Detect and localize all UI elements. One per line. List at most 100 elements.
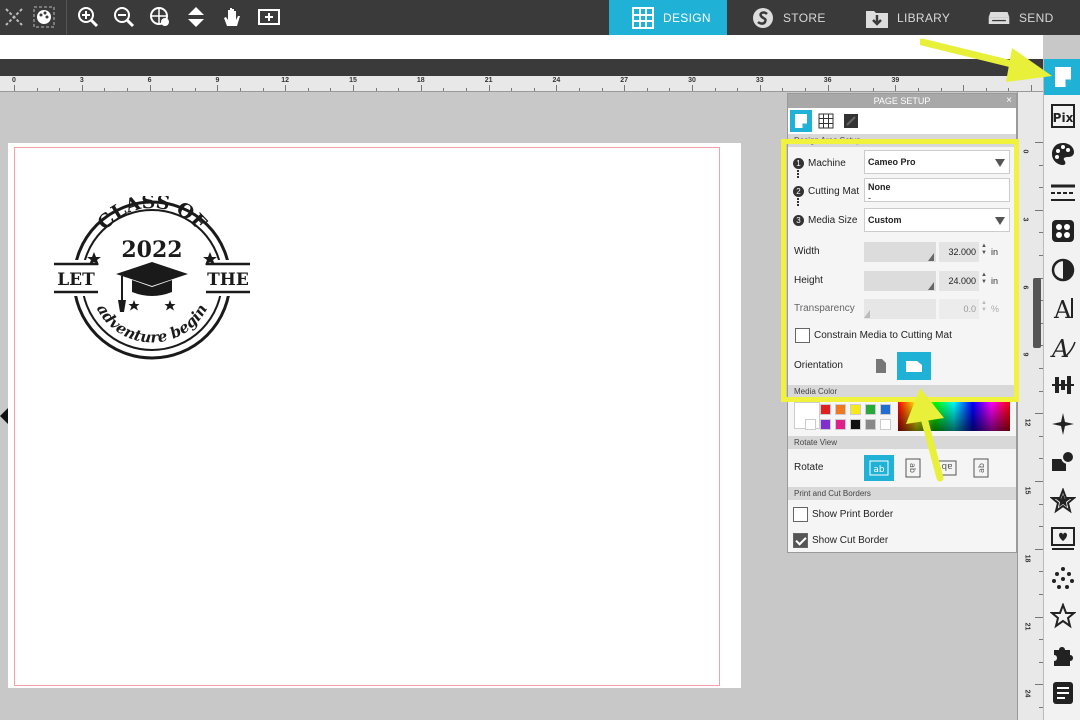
color-swatch[interactable] xyxy=(835,419,846,430)
color-swatch[interactable] xyxy=(820,419,831,430)
star-shape-icon[interactable] xyxy=(1044,598,1080,634)
tab-design[interactable]: DESIGN xyxy=(609,0,727,35)
modify-icon[interactable] xyxy=(1044,444,1080,480)
ruler-label: 9 xyxy=(1021,352,1029,357)
ruler-tick xyxy=(398,88,400,91)
panel-title-bar: PAGE SETUP × xyxy=(788,94,1016,108)
ruler-tick xyxy=(985,88,987,91)
ruler-tick xyxy=(127,88,128,91)
ruler-tick xyxy=(488,85,490,91)
section-rotate-view: Rotate View xyxy=(788,436,1016,449)
color-swatch[interactable] xyxy=(850,404,861,415)
tab-store-label: STORE xyxy=(783,10,826,25)
ruler-tick xyxy=(443,88,445,91)
ruler-label: 6 xyxy=(1021,285,1029,290)
ruler-tick xyxy=(714,88,716,91)
ruler-tick xyxy=(307,88,309,91)
design-grid-icon xyxy=(631,6,655,29)
palette-icon[interactable] xyxy=(30,3,58,31)
tab-page-setup[interactable] xyxy=(790,110,812,132)
line-style-icon[interactable] xyxy=(1044,175,1080,211)
section-borders: Print and Cut Borders xyxy=(788,487,1016,500)
ruler-tick xyxy=(1035,684,1043,686)
ruler-label: 30 xyxy=(688,77,696,84)
color-swatch[interactable] xyxy=(805,419,816,430)
color-swatch[interactable] xyxy=(850,419,861,430)
color-swatch[interactable] xyxy=(865,419,876,430)
show-print-border-checkbox[interactable] xyxy=(793,507,808,522)
emblem-right-word: THE xyxy=(207,270,249,290)
ruler-label: 27 xyxy=(620,77,629,84)
zoom-in-icon[interactable] xyxy=(74,3,102,31)
library-download-icon xyxy=(865,7,889,29)
image-effects-icon[interactable] xyxy=(1044,213,1080,249)
pixscan-icon[interactable]: Pix xyxy=(1044,98,1080,134)
fit-to-page-icon[interactable] xyxy=(255,3,283,31)
zoom-select-icon[interactable] xyxy=(146,3,174,31)
tab-send[interactable]: SEND xyxy=(963,0,1080,35)
ruler-tick xyxy=(330,88,332,91)
ruler-tick xyxy=(1008,88,1010,91)
ruler-label: 15 xyxy=(349,77,357,84)
color-swatch[interactable] xyxy=(865,404,876,415)
ruler-tick xyxy=(782,88,784,91)
panel-tabs xyxy=(788,108,1016,134)
show-cut-border-checkbox[interactable] xyxy=(793,533,808,548)
replicate-icon[interactable] xyxy=(1044,406,1080,442)
close-icon[interactable] xyxy=(0,3,28,31)
ruler-tick xyxy=(669,88,671,91)
app-window: DESIGN STORE LIBRARY SEND 0 3 6 9 12 15 18 21 24… xyxy=(0,0,1080,720)
tab-background[interactable] xyxy=(840,110,862,132)
color-swatch[interactable] xyxy=(835,404,846,415)
tab-store[interactable]: STORE xyxy=(727,0,845,35)
toolbar-divider xyxy=(66,0,67,35)
color-swatch[interactable] xyxy=(880,419,891,430)
ruler-label: 21 xyxy=(484,77,493,84)
emblem-script-text: adventure begin xyxy=(93,301,211,347)
emblem-left-word: LET xyxy=(57,270,95,290)
tab-grid[interactable] xyxy=(815,110,837,132)
image-effects-2-icon[interactable] xyxy=(1044,560,1080,596)
panel-close-icon[interactable]: × xyxy=(1006,94,1012,108)
vertical-scrollbar[interactable] xyxy=(1033,278,1041,348)
ruler-tick xyxy=(353,85,354,91)
rotate-0-icon: ab xyxy=(869,460,889,476)
puzzle-icon[interactable] xyxy=(1044,637,1080,673)
color-swatch[interactable] xyxy=(820,404,831,415)
graduation-emblem[interactable]: CLASS OF 2022 LET THE adventure begin xyxy=(52,196,252,361)
align-icon[interactable] xyxy=(1044,367,1080,403)
ruler-tick xyxy=(940,88,942,91)
move-down-icon[interactable] xyxy=(182,3,210,31)
offset-icon[interactable] xyxy=(1044,483,1080,519)
rotate-270-button[interactable]: ab xyxy=(966,455,996,481)
page-left-arrow-icon[interactable] xyxy=(0,408,10,424)
ruler-tick xyxy=(104,88,106,91)
fill-color-icon[interactable] xyxy=(1044,136,1080,172)
ruler-label: 12 xyxy=(1023,418,1031,427)
rotate-0-button[interactable]: ab xyxy=(864,455,894,481)
library-text-icon[interactable] xyxy=(1044,675,1080,711)
text-style-icon[interactable]: A xyxy=(1044,290,1080,326)
ruler-tick xyxy=(646,88,648,91)
ruler-tick xyxy=(850,88,852,91)
sketch-text-icon[interactable]: A xyxy=(1044,329,1080,365)
ruler-tick xyxy=(375,88,377,91)
ruler-label: 0 xyxy=(1021,149,1029,154)
fill-contrast-icon[interactable] xyxy=(1044,252,1080,288)
annotation-arrow-icon xyxy=(906,388,944,482)
vertical-ruler: 0 3 6 9 12 15 18 21 24 xyxy=(1017,92,1043,720)
zoom-out-icon[interactable] xyxy=(110,3,138,31)
ruler-tick xyxy=(918,88,919,91)
ruler-tick xyxy=(511,88,513,91)
ruler-label: 12 xyxy=(281,77,290,84)
ruler-tick xyxy=(262,88,264,91)
quick-access-bar xyxy=(0,35,1043,59)
ruler-tick xyxy=(285,85,287,91)
color-swatch[interactable] xyxy=(880,404,891,415)
tab-library[interactable]: LIBRARY xyxy=(845,0,963,35)
trace-icon[interactable] xyxy=(1044,521,1080,557)
ruler-tick xyxy=(872,88,874,91)
rotate-270-icon: ab xyxy=(973,458,989,478)
pan-hand-icon[interactable] xyxy=(218,3,246,31)
ruler-tick xyxy=(466,88,467,91)
